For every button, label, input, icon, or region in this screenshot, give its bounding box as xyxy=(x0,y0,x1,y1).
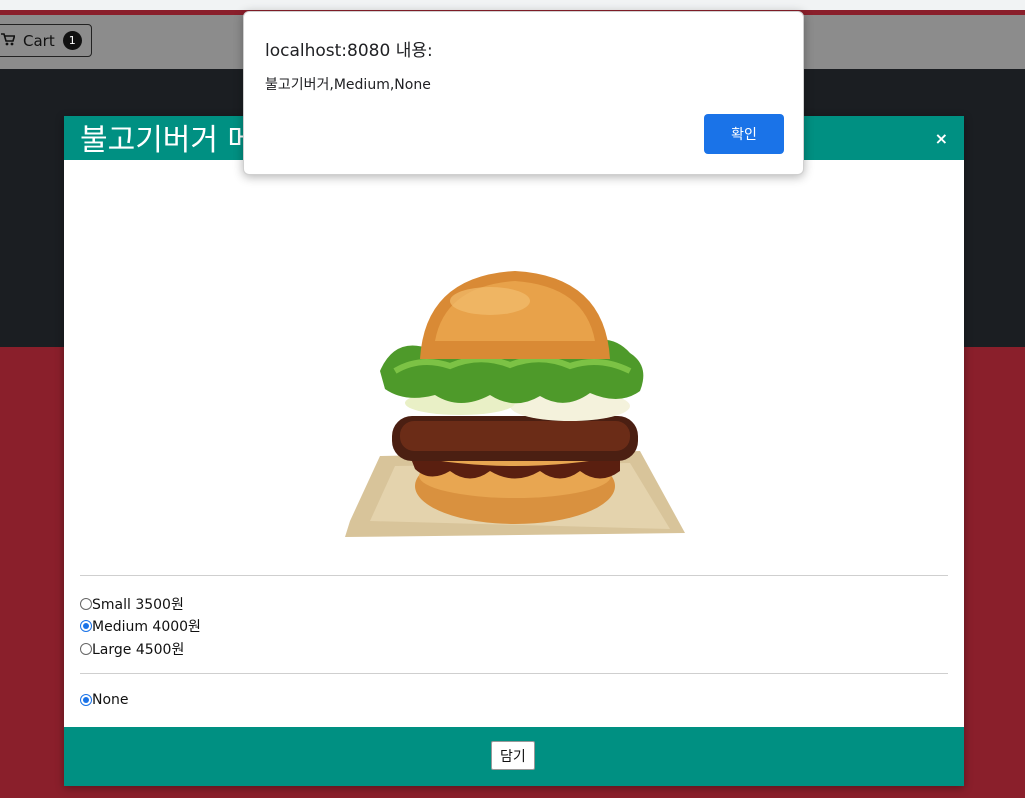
size-large-radio[interactable] xyxy=(80,643,92,655)
alert-ok-button[interactable]: 확인 xyxy=(704,114,784,154)
size-option-large[interactable]: Large 4500원 xyxy=(80,639,184,659)
cart-count-badge: 1 xyxy=(62,31,82,50)
size-option-small[interactable]: Small 3500원 xyxy=(80,594,184,614)
size-small-radio[interactable] xyxy=(80,598,92,610)
modal-footer: 담기 xyxy=(64,727,964,786)
cart-icon xyxy=(1,32,16,50)
extra-none-label: None xyxy=(92,692,129,708)
size-medium-radio[interactable] xyxy=(80,620,92,632)
size-large-label: Large 4500원 xyxy=(92,642,185,658)
menu-modal: 불고기버거 메뉴 × Small 3500원 Medium 4000원 Larg… xyxy=(64,116,964,786)
divider xyxy=(80,575,948,576)
close-icon[interactable]: × xyxy=(935,129,948,148)
burger-image xyxy=(345,271,685,537)
size-small-label: Small 3500원 xyxy=(92,597,184,613)
cart-label: Cart xyxy=(23,31,55,50)
size-medium-label: Medium 4000원 xyxy=(92,619,201,635)
size-option-medium[interactable]: Medium 4000원 xyxy=(80,616,201,636)
browser-top-strip xyxy=(0,0,1025,10)
add-to-cart-button[interactable]: 담기 xyxy=(491,741,535,770)
extra-none-radio[interactable] xyxy=(80,694,92,706)
alert-message: 불고기버거,Medium,None xyxy=(265,77,431,93)
alert-title: localhost:8080 내용: xyxy=(265,41,433,61)
browser-alert-dialog: localhost:8080 내용: 불고기버거,Medium,None 확인 xyxy=(243,11,804,175)
cart-button[interactable]: Cart 1 xyxy=(0,24,92,57)
divider xyxy=(80,673,948,674)
extra-option-none[interactable]: None xyxy=(80,692,129,708)
